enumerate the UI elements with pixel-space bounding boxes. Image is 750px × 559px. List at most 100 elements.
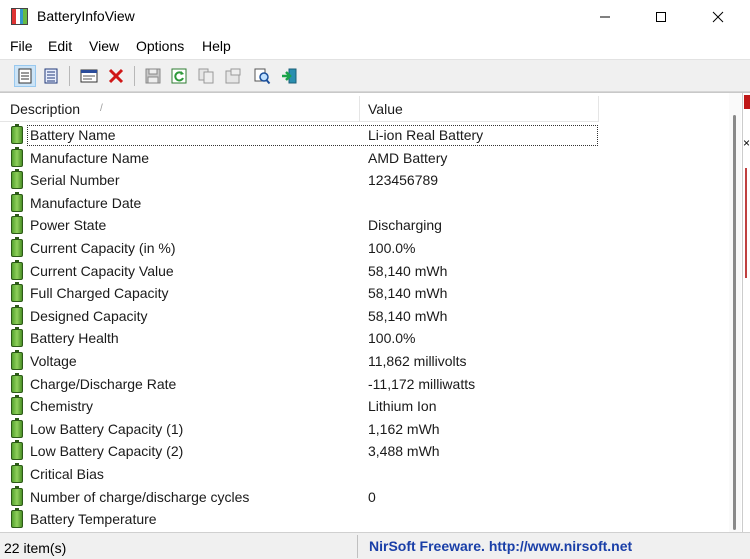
copy-icon <box>198 68 214 84</box>
menu-view[interactable]: View <box>89 38 119 54</box>
list-row[interactable]: Power State Discharging <box>0 214 740 237</box>
menu-options[interactable]: Options <box>136 38 184 54</box>
row-description: Battery Temperature <box>30 511 157 528</box>
maximize-button[interactable] <box>638 0 684 34</box>
vertical-scrollbar[interactable] <box>729 93 741 532</box>
close-button[interactable] <box>695 0 741 34</box>
scrollbar-thumb[interactable] <box>733 115 736 530</box>
row-description: Chemistry <box>30 398 94 415</box>
battery-icon <box>11 508 23 529</box>
column-header-description[interactable]: Description / <box>0 96 360 122</box>
column-header-value[interactable]: Value <box>361 96 599 122</box>
row-value: AMD Battery <box>368 149 448 166</box>
list-row[interactable]: Manufacture Name AMD Battery <box>0 146 740 170</box>
find-button[interactable] <box>251 65 273 87</box>
status-bar: 22 item(s) NirSoft Freeware. http://www.… <box>0 532 750 559</box>
list-row[interactable]: Serial Number 123456789 <box>0 169 740 192</box>
list-row[interactable]: Battery Temperature <box>0 508 740 531</box>
battery-icon <box>11 214 23 235</box>
row-value: 58,140 mWh <box>368 262 448 279</box>
background-close-icon: × <box>743 136 750 150</box>
status-divider <box>357 535 358 558</box>
list-row[interactable]: Number of charge/discharge cycles 0 <box>0 485 740 509</box>
battery-icon <box>11 191 23 212</box>
row-description: Designed Capacity <box>30 307 148 324</box>
row-description: Manufacture Name <box>30 149 150 166</box>
row-description: Serial Number <box>30 172 120 189</box>
menu-file[interactable]: File <box>10 38 33 54</box>
row-description: Low Battery Capacity (1) <box>30 420 184 437</box>
row-value: 1,162 mWh <box>368 420 440 437</box>
row-description: Low Battery Capacity (2) <box>30 443 184 460</box>
refresh-button[interactable] <box>168 65 190 87</box>
row-value: 58,140 mWh <box>368 285 448 302</box>
list-header: Description / Value <box>0 96 599 122</box>
list-row[interactable]: Current Capacity Value 58,140 mWh <box>0 259 740 283</box>
minimize-button[interactable] <box>582 0 628 34</box>
app-icon <box>11 8 28 25</box>
maximize-icon <box>656 12 666 22</box>
properties-button[interactable] <box>222 65 244 87</box>
html-report-icon <box>44 68 58 84</box>
menu-edit[interactable]: Edit <box>48 38 72 54</box>
list-row[interactable]: Critical Bias <box>0 462 740 486</box>
row-description: Current Capacity Value <box>30 262 174 279</box>
battery-icon <box>11 395 23 416</box>
minimize-icon <box>600 16 610 18</box>
list-row[interactable]: Chemistry Lithium Ion <box>0 395 740 418</box>
row-value: 100.0% <box>368 239 416 256</box>
row-description: Critical Bias <box>30 465 104 482</box>
background-window-mark <box>744 95 750 109</box>
list-row[interactable]: Manufacture Date <box>0 191 740 215</box>
exit-button[interactable] <box>278 65 300 87</box>
copy-button[interactable] <box>195 65 217 87</box>
title-bar: BatteryInfoView <box>0 0 750 34</box>
properties-view-button[interactable] <box>14 65 36 87</box>
properties-window-button[interactable] <box>78 65 100 87</box>
battery-icon <box>11 259 23 280</box>
row-description: Battery Health <box>30 330 119 347</box>
battery-icon <box>11 349 23 370</box>
row-value: Discharging <box>368 217 442 234</box>
list-row[interactable]: Full Charged Capacity 58,140 mWh <box>0 282 740 305</box>
battery-icon <box>11 440 23 461</box>
battery-icon <box>11 462 23 483</box>
column-header-description-label: Description <box>10 101 81 117</box>
properties-window-icon <box>80 69 98 83</box>
window-title: BatteryInfoView <box>37 8 135 24</box>
battery-info-list[interactable]: Description / Value Battery Name Li-ion … <box>0 92 750 532</box>
list-row[interactable]: Battery Name Li-ion Real Battery <box>0 124 740 147</box>
list-row[interactable]: Current Capacity (in %) 100.0% <box>0 236 740 260</box>
row-description: Number of charge/discharge cycles <box>30 488 250 505</box>
list-row[interactable]: Designed Capacity 58,140 mWh <box>0 304 740 328</box>
list-row[interactable]: Low Battery Capacity (2) 3,488 mWh <box>0 440 740 463</box>
find-icon <box>254 68 271 85</box>
menu-bar: File Edit View Options Help <box>0 34 750 59</box>
nirsoft-link[interactable]: NirSoft Freeware. http://www.nirsoft.net <box>369 538 632 554</box>
row-value: 11,862 millivolts <box>368 352 467 369</box>
list-row[interactable]: Low Battery Capacity (1) 1,162 mWh <box>0 417 740 441</box>
save-icon <box>145 68 161 84</box>
column-header-value-label: Value <box>368 101 403 117</box>
row-description: Voltage <box>30 352 77 369</box>
list-row[interactable]: Voltage 11,862 millivolts <box>0 349 740 373</box>
status-item-count: 22 item(s) <box>4 540 67 556</box>
html-report-button[interactable] <box>40 65 62 87</box>
refresh-icon <box>171 68 187 84</box>
row-value: 0 <box>368 488 376 505</box>
save-button[interactable] <box>142 65 164 87</box>
delete-icon <box>108 68 124 84</box>
row-value: -11,172 milliwatts <box>368 375 476 392</box>
exit-icon <box>282 68 297 84</box>
delete-button[interactable] <box>105 65 127 87</box>
battery-icon <box>11 304 23 325</box>
row-description: Full Charged Capacity <box>30 285 169 302</box>
list-row[interactable]: Charge/Discharge Rate -11,172 milliwatts <box>0 372 740 396</box>
row-value: Li-ion Real Battery <box>368 127 484 143</box>
list-rows: Battery Name Li-ion Real Battery Manufac… <box>0 124 740 531</box>
close-icon <box>712 11 724 23</box>
list-row[interactable]: Battery Health 100.0% <box>0 327 740 350</box>
row-value: 123456789 <box>368 172 439 189</box>
menu-help[interactable]: Help <box>202 38 231 54</box>
row-description: Charge/Discharge Rate <box>30 375 177 392</box>
